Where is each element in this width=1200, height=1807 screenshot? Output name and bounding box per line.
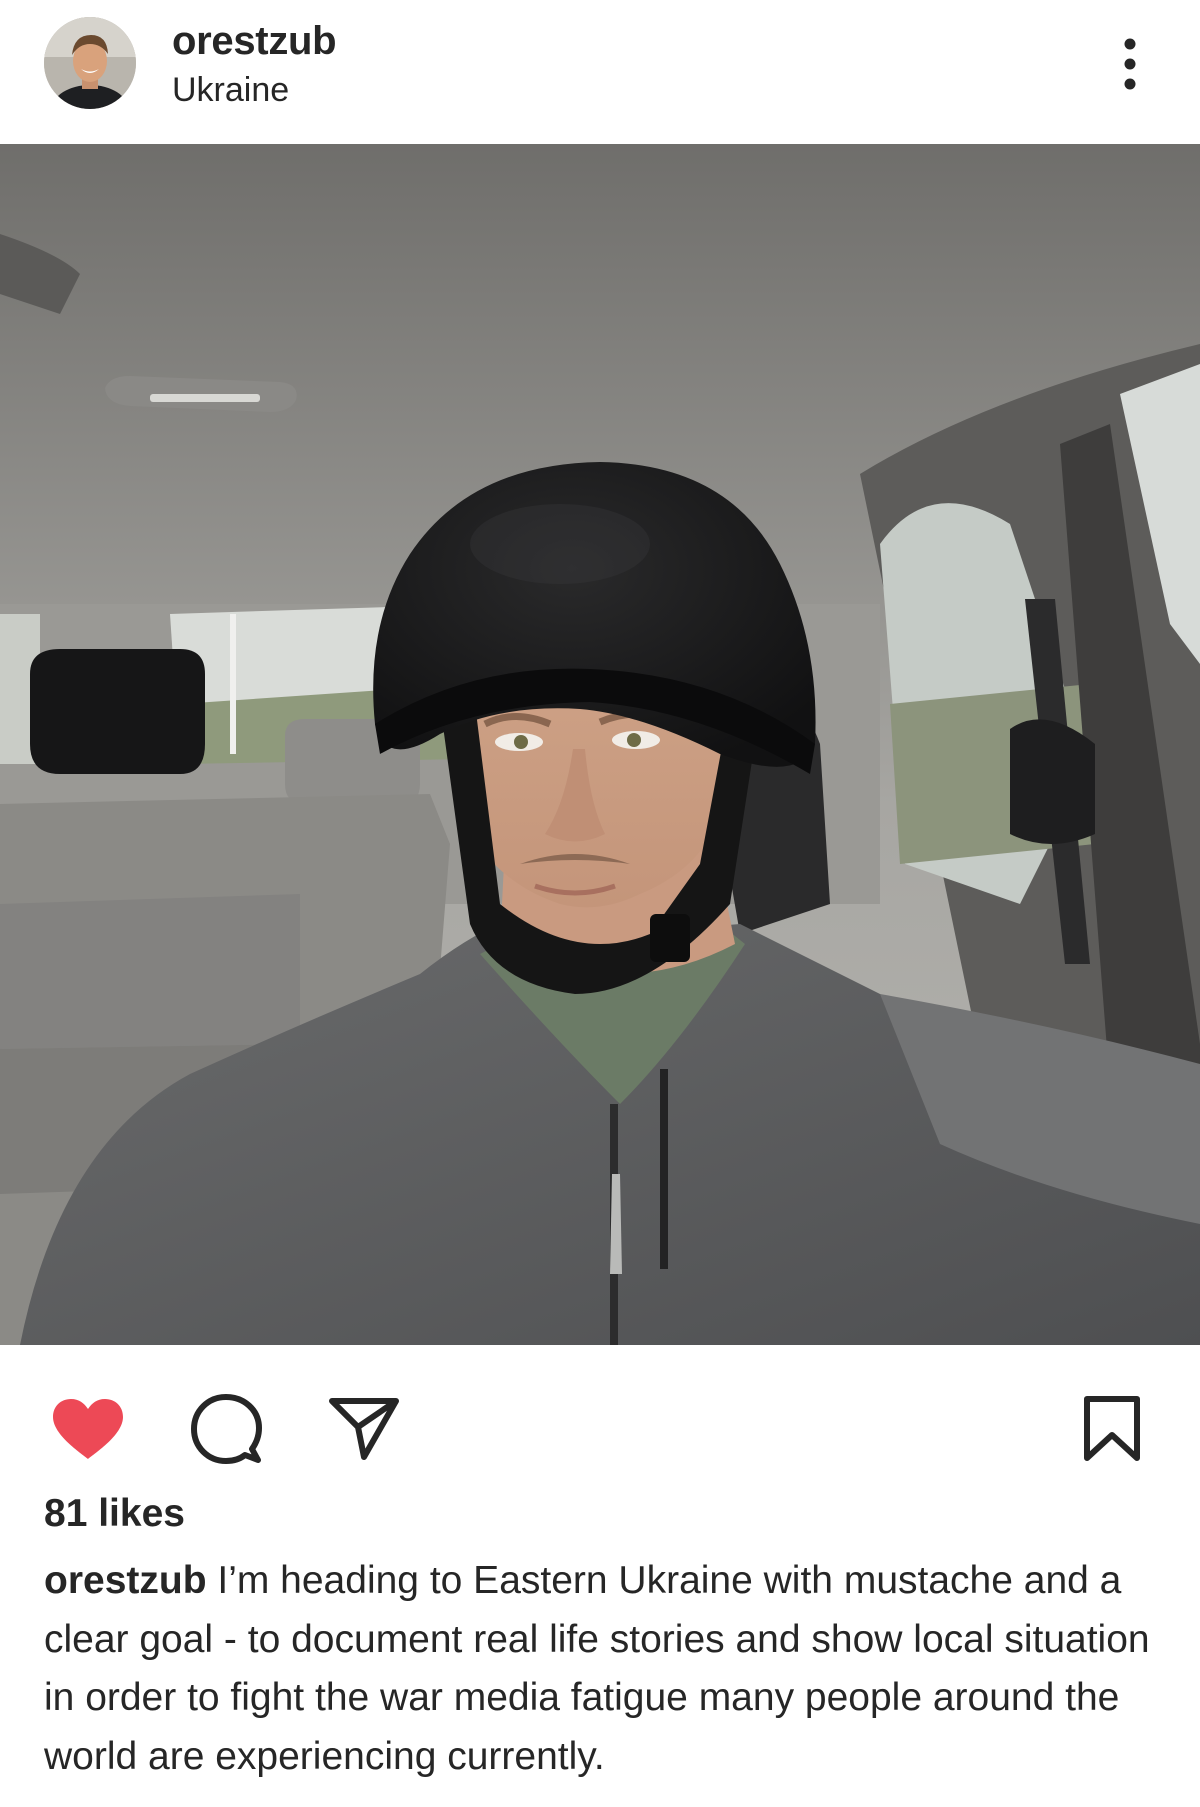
share-button[interactable] (322, 1387, 406, 1471)
post-location[interactable]: Ukraine (172, 70, 289, 110)
bookmark-outline-icon (1084, 1396, 1140, 1461)
like-fill (53, 1399, 123, 1459)
heart-filled-icon (53, 1399, 123, 1459)
like-button[interactable] (46, 1387, 130, 1471)
more-vertical-icon (1124, 38, 1136, 90)
author-avatar[interactable] (44, 17, 136, 109)
caption-username[interactable]: orestzub (44, 1559, 207, 1602)
caption-text: I’m heading to Eastern Ukraine with must… (44, 1559, 1150, 1778)
save-button[interactable] (1070, 1387, 1154, 1471)
comment-button[interactable] (184, 1387, 268, 1471)
send-paper-plane-icon (329, 1398, 399, 1460)
comment-bubble-icon (191, 1394, 262, 1464)
author-username[interactable]: orestzub (172, 18, 337, 64)
likes-count[interactable]: 81 likes (44, 1490, 185, 1538)
post-header: orestzub Ukraine (0, 0, 1200, 144)
post-action-bar (0, 1345, 1200, 1475)
more-options-button[interactable] (1106, 32, 1154, 96)
avatar-image (44, 17, 136, 109)
post-photo[interactable] (0, 144, 1200, 1345)
selfie-in-car-image (0, 144, 1200, 1345)
post-caption: orestzub I’m heading to Eastern Ukraine … (44, 1552, 1164, 1786)
